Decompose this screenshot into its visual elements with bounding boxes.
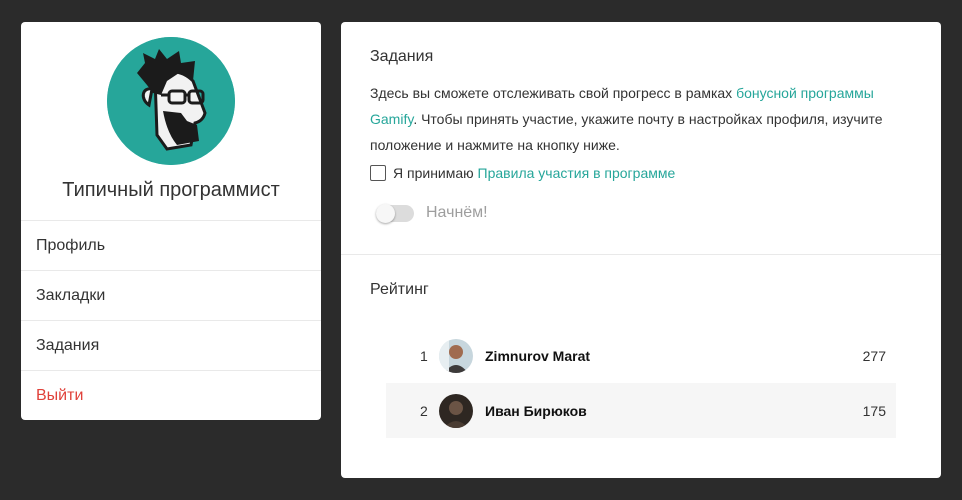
profile-name: Типичный программист xyxy=(62,179,280,201)
rating-row: 1 Zimnurov Marat 277 xyxy=(386,328,896,383)
description-text-rest: . Чтобы принять участие, укажите почту в… xyxy=(370,111,883,153)
user-name[interactable]: Иван Бирюков xyxy=(485,403,587,419)
user-name[interactable]: Zimnurov Marat xyxy=(485,348,590,364)
rating-title: Рейтинг xyxy=(370,281,429,298)
agree-row: Я принимаю Правила участия в программе xyxy=(370,165,675,181)
rules-link[interactable]: Правила участия в программе xyxy=(478,165,676,181)
start-toggle-row: Начнём! xyxy=(376,203,488,223)
rating-table: 1 Zimnurov Marat 277 2 Иван Бирюков 175 xyxy=(386,328,896,438)
user-photo-icon xyxy=(439,393,473,428)
toggle-knob xyxy=(376,203,395,223)
menu-item-bookmarks[interactable]: Закладки xyxy=(21,270,321,320)
profile-card: Типичный программист Профиль Закладки За… xyxy=(21,22,321,420)
menu-item-tasks[interactable]: Задания xyxy=(21,320,321,370)
start-toggle-label: Начнём! xyxy=(426,204,488,221)
menu-item-logout[interactable]: Выйти xyxy=(21,370,321,420)
user-avatar[interactable] xyxy=(439,393,473,428)
menu-item-profile[interactable]: Профиль xyxy=(21,220,321,270)
user-photo-icon xyxy=(439,338,473,373)
section-divider xyxy=(341,254,941,255)
user-score: 175 xyxy=(862,402,886,419)
rating-row: 2 Иван Бирюков 175 xyxy=(386,383,896,438)
rating-rank: 1 xyxy=(420,347,428,364)
avatar xyxy=(107,37,235,165)
tasks-description: Здесь вы сможете отслеживать свой прогре… xyxy=(370,80,910,158)
agree-text: Я принимаю xyxy=(393,165,478,181)
profile-menu: Профиль Закладки Задания Выйти xyxy=(21,220,321,420)
user-avatar[interactable] xyxy=(439,338,473,373)
start-toggle[interactable] xyxy=(376,203,414,223)
user-score: 277 xyxy=(862,347,886,364)
tasks-title: Задания xyxy=(370,48,434,65)
tasks-card: Задания Здесь вы сможете отслеживать сво… xyxy=(341,22,941,478)
agree-checkbox[interactable] xyxy=(370,165,386,181)
rating-rank: 2 xyxy=(420,402,428,419)
programmer-avatar-icon xyxy=(107,37,235,165)
description-text: Здесь вы сможете отслеживать свой прогре… xyxy=(370,85,737,101)
